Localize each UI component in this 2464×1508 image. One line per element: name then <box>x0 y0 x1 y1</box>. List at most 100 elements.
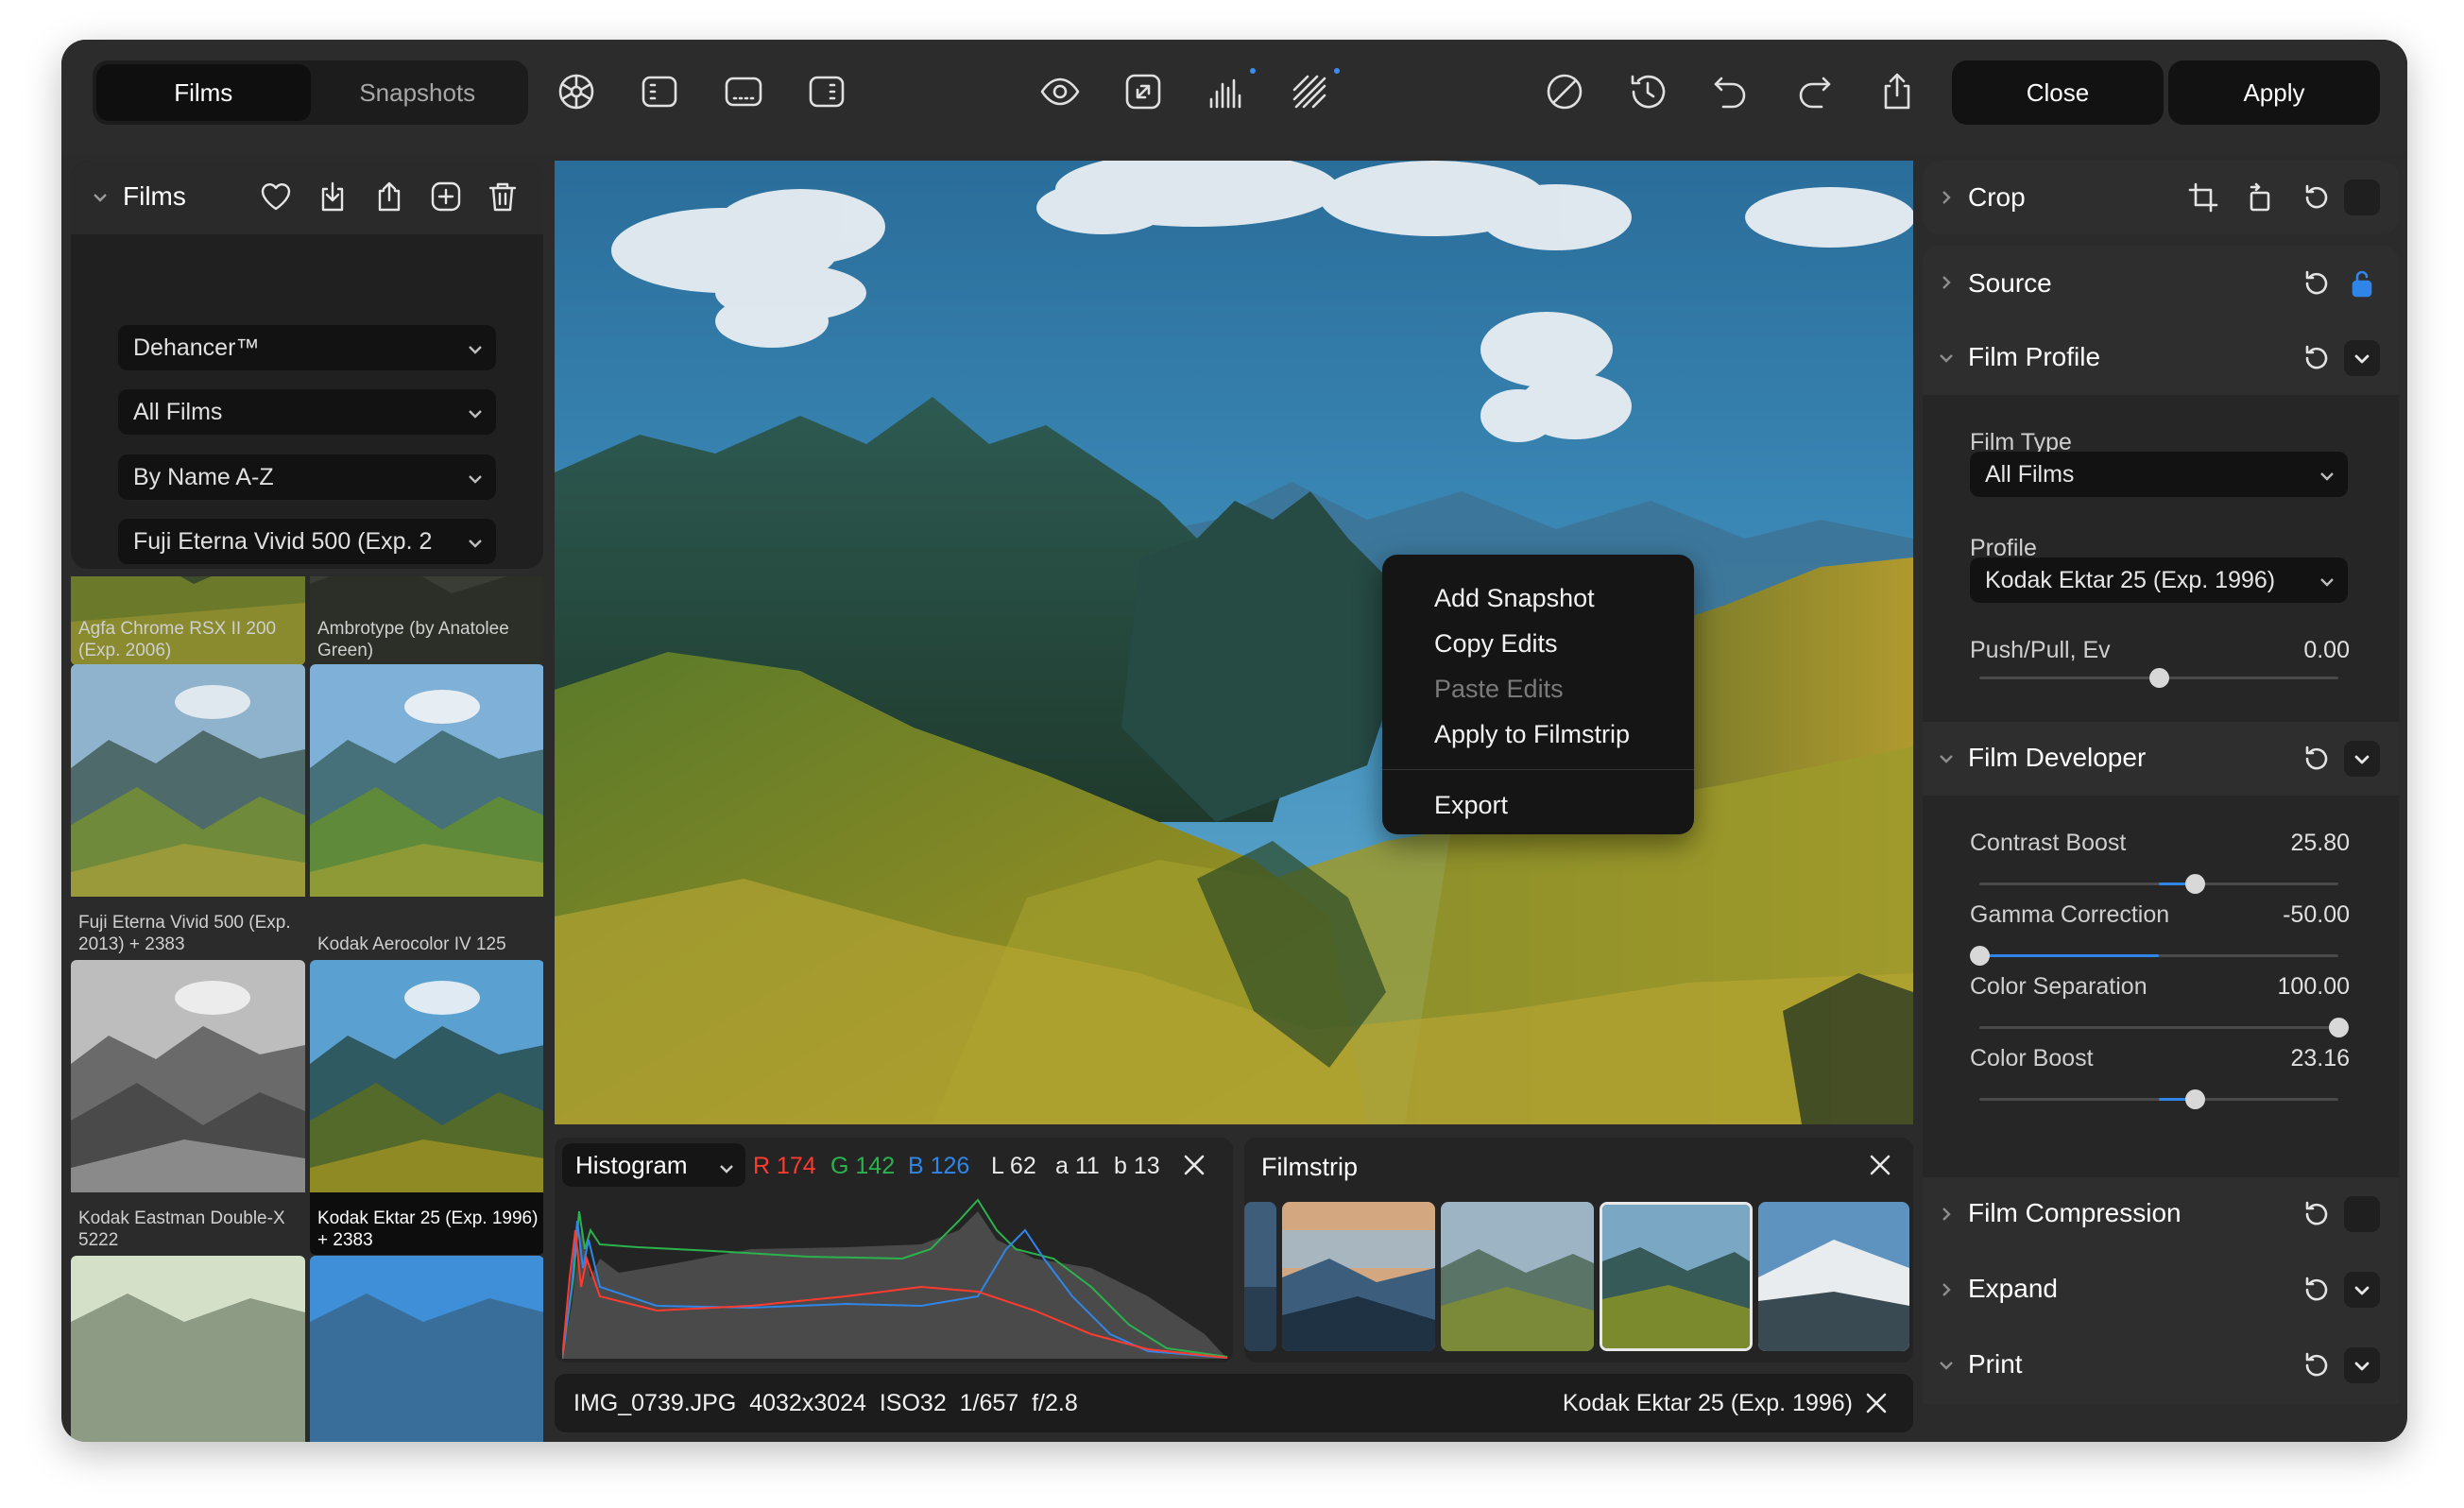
push-pull-slider[interactable] <box>1979 668 2338 688</box>
heart-icon[interactable] <box>257 178 295 215</box>
film-developer-section-header[interactable]: Film Developer <box>1923 722 2399 796</box>
color-boost-label: Color Boost <box>1970 1045 2094 1071</box>
close-histogram-icon[interactable] <box>1180 1151 1208 1179</box>
filmstrip-thumbnail[interactable] <box>1441 1202 1594 1351</box>
filmstrip-image <box>1758 1202 1909 1351</box>
slider-knob[interactable] <box>2185 1089 2205 1109</box>
menu-item-export[interactable]: Export <box>1382 782 1694 828</box>
tab-films[interactable]: Films <box>96 64 311 121</box>
color-separation-slider[interactable] <box>1979 1018 2349 1037</box>
expand-section-header[interactable]: Expand <box>1923 1253 2399 1328</box>
film-tile-selected[interactable]: Kodak Ektar 25 (Exp. 1996) + 2383 <box>310 960 543 1255</box>
film-type-dropdown[interactable]: All Films <box>1970 452 2348 497</box>
panel-layout-icon[interactable] <box>636 68 683 115</box>
gamma-correction-slider[interactable] <box>1970 946 2338 966</box>
film-tile[interactable] <box>71 1256 305 1442</box>
brand-dropdown-value: Dehancer™ <box>133 334 260 361</box>
source-section-header[interactable]: Source <box>1923 246 2399 321</box>
chevron-down-icon <box>466 532 485 551</box>
film-tile[interactable] <box>310 1256 543 1442</box>
menu-item-add-snapshot[interactable]: Add Snapshot <box>1382 575 1694 621</box>
menu-item-apply-to-filmstrip[interactable]: Apply to Filmstrip <box>1382 711 1694 757</box>
remove-profile-icon[interactable] <box>1862 1389 1891 1417</box>
print-section-header[interactable]: Print <box>1923 1328 2399 1404</box>
slider-knob[interactable] <box>2185 874 2205 894</box>
crop-section-header[interactable]: Crop <box>1923 161 2399 234</box>
settings-icon[interactable] <box>553 68 600 115</box>
reset-crop-icon[interactable] <box>2299 180 2335 215</box>
tab-snapshots[interactable]: Snapshots <box>311 64 525 121</box>
film-tile[interactable]: Agfa Chrome RSX II 200 (Exp. 2006) <box>71 576 305 665</box>
filmstrip-thumbnail[interactable] <box>1282 1202 1435 1351</box>
reset-film-compression-icon[interactable] <box>2299 1196 2335 1232</box>
rotate-icon[interactable] <box>2242 180 2278 215</box>
contrast-boost-value: 25.80 <box>2290 830 2350 856</box>
trash-icon[interactable] <box>484 178 522 215</box>
contrast-boost-slider[interactable] <box>1979 874 2338 894</box>
histogram-mode-dropdown[interactable]: Histogram <box>562 1143 745 1187</box>
add-icon[interactable] <box>427 178 465 215</box>
histogram-b-lab-value: b 13 <box>1114 1153 1160 1179</box>
iso-value: ISO32 <box>879 1390 947 1416</box>
fullscreen-icon[interactable] <box>1120 68 1167 115</box>
filmstrip-thumbnail-selected[interactable] <box>1600 1202 1753 1351</box>
film-developer-enabled-checkbox[interactable] <box>2344 741 2380 777</box>
print-enabled-checkbox[interactable] <box>2344 1347 2380 1383</box>
color-boost-slider[interactable] <box>1979 1089 2338 1109</box>
lock-open-icon[interactable] <box>2344 266 2380 301</box>
context-menu: Add Snapshot Copy Edits Paste Edits Appl… <box>1382 555 1694 834</box>
film-dropdown[interactable]: Fuji Eterna Vivid 500 (Exp. 2 <box>118 519 496 564</box>
film-tile-caption: Kodak Ektar 25 (Exp. 1996) + 2383 <box>317 1208 539 1250</box>
film-profile-section-header[interactable]: Film Profile <box>1923 321 2399 395</box>
reset-film-profile-icon[interactable] <box>2299 340 2335 376</box>
film-compression-section-header[interactable]: Film Compression <box>1923 1177 2399 1253</box>
category-dropdown[interactable]: All Films <box>118 389 496 435</box>
chevron-down-icon[interactable] <box>92 189 109 206</box>
apply-button[interactable]: Apply <box>2168 60 2380 125</box>
close-button[interactable]: Close <box>1952 60 2164 125</box>
applied-profile-name: Kodak Ektar 25 (Exp. 1996) <box>1562 1390 1853 1416</box>
filmstrip-icon[interactable] <box>720 68 767 115</box>
film-tile[interactable]: Kodak Eastman Double-X 5222 <box>71 960 305 1255</box>
reset-print-icon[interactable] <box>2299 1347 2335 1383</box>
profile-dropdown[interactable]: Kodak Ektar 25 (Exp. 1996) <box>1970 557 2348 603</box>
crop-toggle[interactable] <box>2344 180 2380 215</box>
reset-expand-icon[interactable] <box>2299 1272 2335 1308</box>
filmstrip-thumbnail[interactable] <box>1758 1202 1909 1351</box>
crop-icon[interactable] <box>2185 180 2221 215</box>
histogram-header: Histogram R 174 G 142 B 126 L 62 a 11 b … <box>555 1138 1233 1192</box>
bypass-icon[interactable] <box>1541 68 1588 115</box>
chevron-down-icon <box>466 468 485 487</box>
redo-icon[interactable] <box>1790 68 1838 115</box>
export-icon[interactable] <box>370 178 408 215</box>
main-photo-preview[interactable] <box>555 161 1913 1124</box>
reset-source-icon[interactable] <box>2299 266 2335 301</box>
slider-knob[interactable] <box>2329 1018 2349 1037</box>
menu-divider <box>1382 769 1694 770</box>
grid-icon[interactable] <box>803 68 850 115</box>
film-tile[interactable]: Kodak Aerocolor IV 125 <box>310 664 543 959</box>
slider-knob[interactable] <box>2149 668 2169 688</box>
expand-enabled-checkbox[interactable] <box>2344 1272 2380 1308</box>
histogram-icon[interactable] <box>1203 68 1250 115</box>
grain-icon[interactable] <box>1286 68 1333 115</box>
sort-dropdown[interactable]: By Name A-Z <box>118 454 496 500</box>
history-icon[interactable] <box>1624 68 1671 115</box>
slider-knob[interactable] <box>1970 946 1990 966</box>
film-tile[interactable]: Ambrotype (by Anatolee Green) <box>310 576 543 665</box>
menu-item-copy-edits[interactable]: Copy Edits <box>1382 621 1694 666</box>
sort-dropdown-value: By Name A-Z <box>133 463 274 490</box>
eye-icon[interactable] <box>1036 68 1084 115</box>
undo-icon[interactable] <box>1707 68 1754 115</box>
reset-film-developer-icon[interactable] <box>2299 741 2335 777</box>
filmstrip-thumbnail[interactable] <box>1244 1202 1276 1351</box>
film-compression-enabled-checkbox[interactable] <box>2344 1196 2380 1232</box>
brand-dropdown[interactable]: Dehancer™ <box>118 325 496 370</box>
share-icon[interactable] <box>1874 68 1921 115</box>
chevron-down-icon <box>717 1156 736 1174</box>
close-filmstrip-icon[interactable] <box>1866 1151 1894 1179</box>
film-profile-enabled-checkbox[interactable] <box>2344 340 2380 376</box>
film-tile[interactable]: Fuji Eterna Vivid 500 (Exp. 2013) + 2383 <box>71 664 305 959</box>
print-title: Print <box>1968 1349 2023 1379</box>
import-icon[interactable] <box>314 178 351 215</box>
